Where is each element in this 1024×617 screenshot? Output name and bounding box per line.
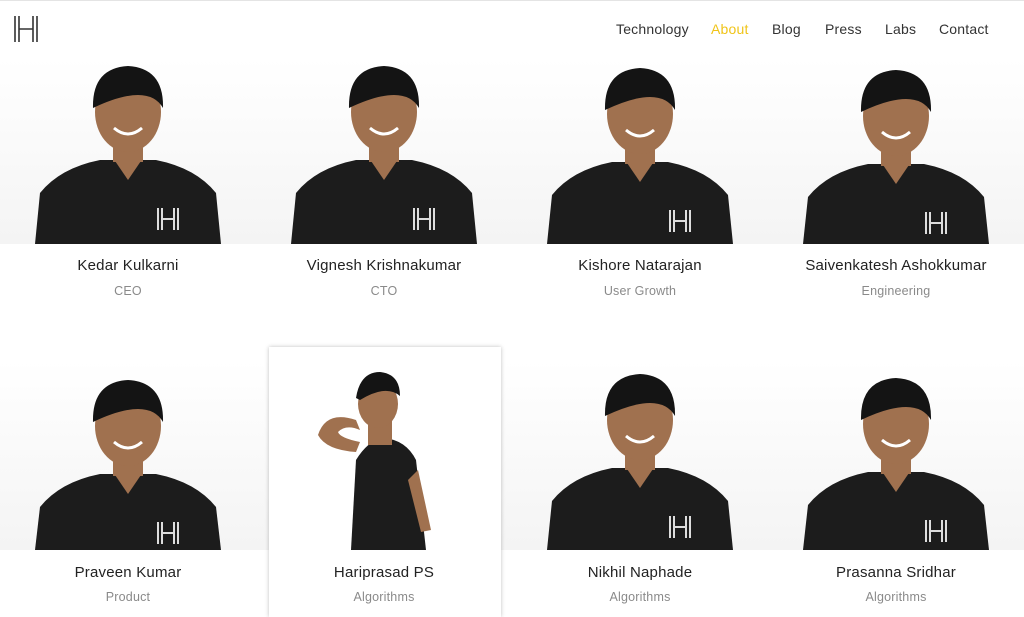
portrait-illustration [547, 374, 733, 550]
member-name: Hariprasad PS [333, 564, 435, 581]
portrait-illustration [318, 372, 431, 550]
member-name: Vignesh Krishnakumar [306, 257, 462, 274]
nav-item-press[interactable]: Press [825, 21, 862, 37]
member-role: Algorithms [609, 590, 671, 604]
nav-item-blog[interactable]: Blog [772, 21, 801, 37]
portrait-illustration [803, 70, 989, 244]
member-role: User Growth [603, 284, 677, 298]
member-role: Product [105, 590, 151, 604]
member-photo [256, 58, 512, 244]
member-name: Saivenkatesh Ashokkumar [805, 257, 987, 274]
member-photo [512, 58, 768, 244]
portrait-illustration [35, 380, 221, 550]
portrait-illustration [547, 68, 733, 244]
member-name: Nikhil Naphade [587, 564, 693, 581]
nav-item-technology[interactable]: Technology [616, 21, 689, 37]
member-photo [768, 360, 1024, 550]
member-role: Engineering [861, 284, 931, 298]
member-role: CEO [114, 284, 142, 298]
member-name: Kishore Natarajan [578, 257, 702, 274]
portrait-illustration [35, 66, 221, 244]
nav-item-labs[interactable]: Labs [885, 21, 916, 37]
member-name: Praveen Kumar [74, 564, 182, 581]
member-photo [768, 58, 1024, 244]
member-name: Prasanna Sridhar [836, 564, 956, 581]
member-name: Kedar Kulkarni [77, 257, 179, 274]
member-photo [0, 58, 256, 244]
member-role: Algorithms [865, 590, 927, 604]
top-navbar: Technology About Blog Press Labs Contact [0, 0, 1024, 58]
nav-item-about[interactable]: About [711, 21, 749, 37]
member-photo [256, 360, 512, 550]
portrait-illustration [291, 66, 477, 244]
member-photo [0, 360, 256, 550]
member-role: Algorithms [353, 590, 415, 604]
member-role: CTO [370, 284, 398, 298]
portrait-illustration [803, 378, 989, 550]
nav-item-contact[interactable]: Contact [939, 21, 989, 37]
member-photo [512, 360, 768, 550]
main-nav: Technology About Blog Press Labs Contact [0, 21, 1024, 41]
